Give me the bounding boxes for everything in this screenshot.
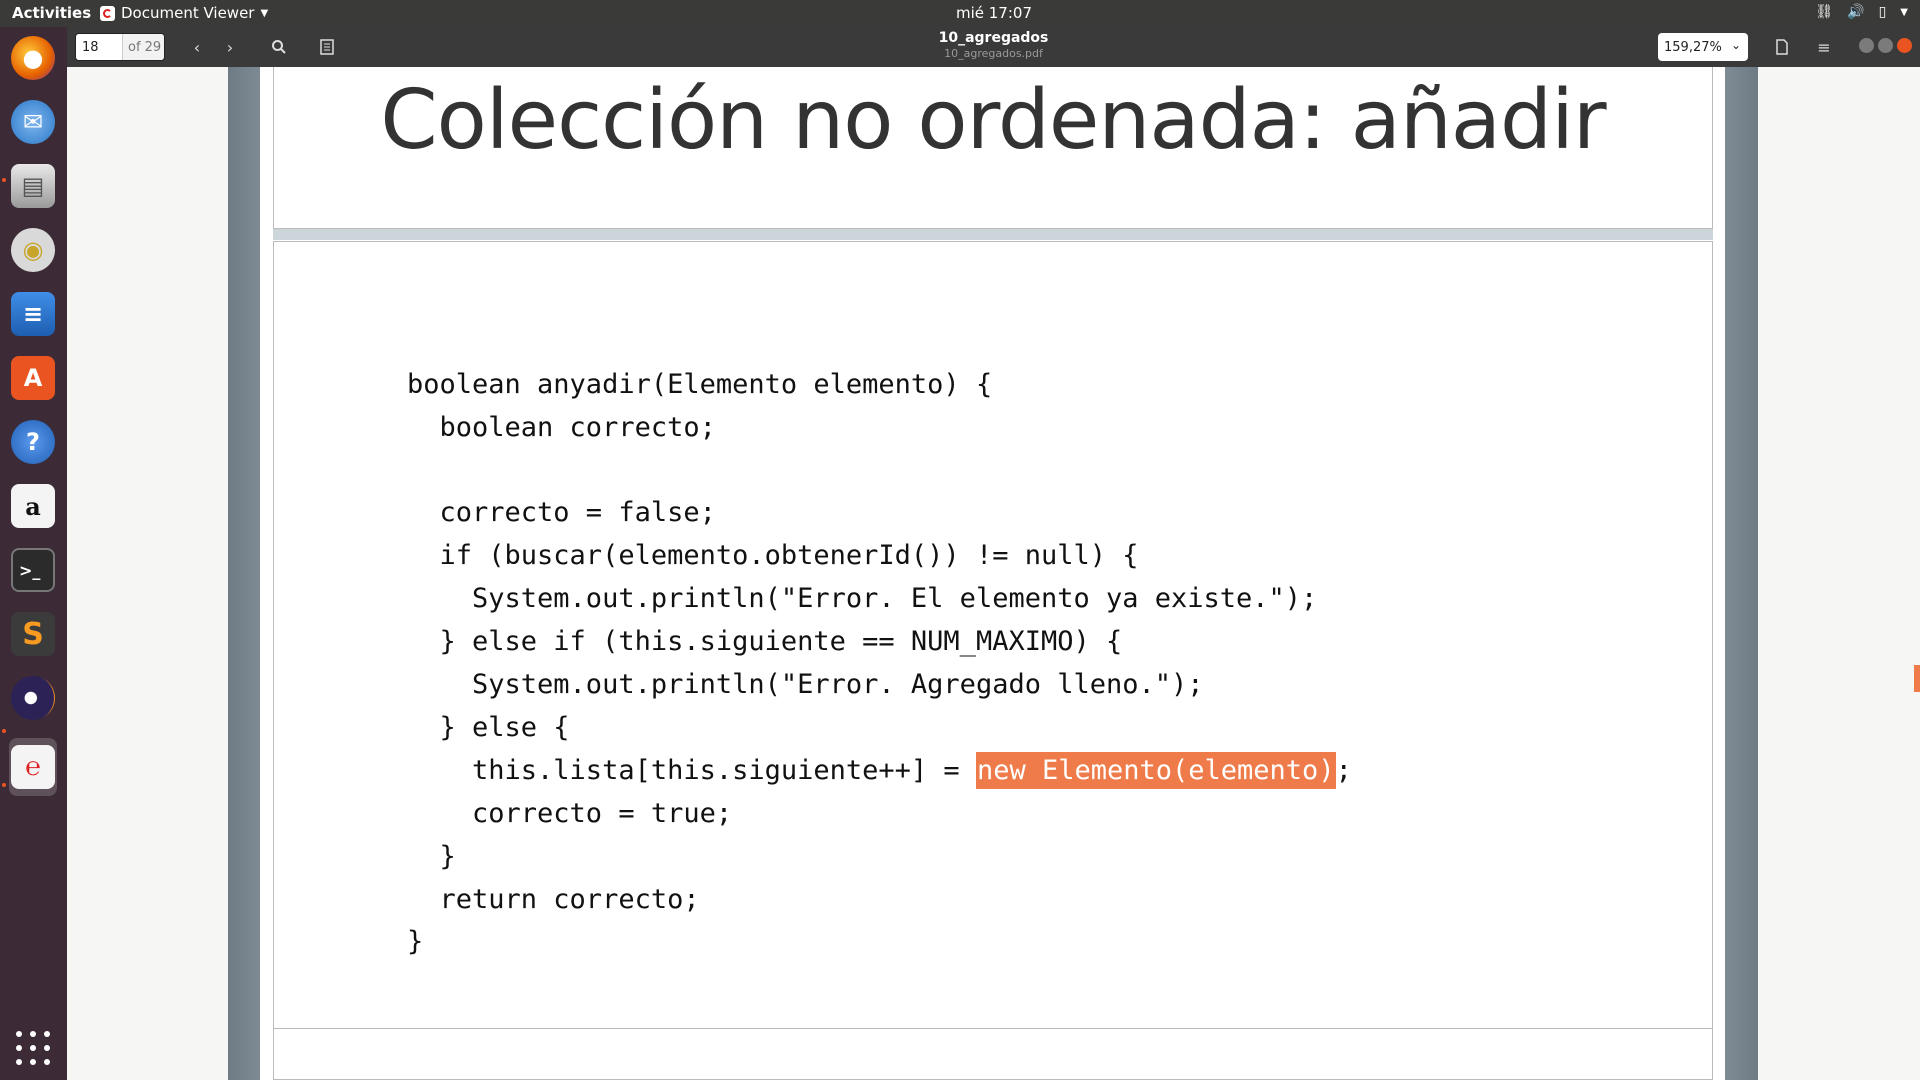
chevron-down-icon: ⌄ [1730, 38, 1741, 52]
code-line: boolean correcto; [407, 412, 716, 443]
clock[interactable]: mié 17:07 [0, 4, 1920, 22]
code-line: } else if (this.siguiente == NUM_MAXIMO)… [407, 626, 1123, 657]
code-line-prefix: this.lista[this.siguiente++] = [407, 755, 976, 786]
code-line: return correcto; [407, 884, 700, 915]
running-indicator [2, 729, 6, 733]
code-line-highlighted: this.lista[this.siguiente++] = new Eleme… [407, 752, 1352, 789]
dock-thunderbird[interactable]: ✉ [9, 98, 57, 146]
firefox-icon: ● [11, 36, 55, 80]
dock-amazon[interactable]: a [9, 482, 57, 530]
running-indicator [2, 178, 6, 182]
dock-rhythmbox[interactable]: ◉ [9, 226, 57, 274]
zoom-selector[interactable]: 159,27% ⌄ [1658, 33, 1748, 61]
search-highlight: new Elemento(elemento) [975, 752, 1336, 789]
annotations-button[interactable] [1767, 33, 1797, 61]
writer-icon: ≡ [11, 292, 55, 336]
files-icon: ▤ [11, 164, 55, 208]
minimize-button[interactable] [1859, 38, 1874, 53]
dock-software[interactable]: A [9, 354, 57, 402]
hamburger-icon: ≡ [1817, 37, 1831, 57]
code-line: } else { [407, 712, 570, 743]
thunderbird-icon: ✉ [11, 100, 55, 144]
slide-title: Colección no ordenada: añadir [380, 73, 1606, 168]
battery-icon[interactable]: ▯ [1879, 4, 1887, 20]
document-title: 10_agregados 10_agregados.pdf [67, 31, 1920, 61]
document-viewer-icon: ℮ [11, 745, 55, 789]
terminal-icon: >_ [11, 548, 55, 592]
document-title-text: 10_agregados [938, 30, 1049, 46]
help-icon: ? [11, 420, 55, 464]
dock-writer[interactable]: ≡ [9, 290, 57, 338]
sublime-icon: S [11, 612, 55, 656]
dock-document-viewer[interactable]: ℮ [9, 738, 57, 796]
zoom-level: 159,27% [1664, 39, 1722, 55]
document-icon [1776, 39, 1788, 55]
document-view[interactable]: Colección no ordenada: añadir boolean an… [67, 67, 1920, 1080]
header-bar: of 29 ‹ › 10_agregados 10_agregados.pdf … [67, 27, 1920, 67]
code-line: boolean anyadir(Elemento elemento) { [407, 369, 993, 400]
network-icon[interactable]: ⛓ [1815, 4, 1833, 20]
software-icon: A [11, 356, 55, 400]
dock-terminal[interactable]: >_ [9, 546, 57, 594]
dock-firefox[interactable]: ● [9, 34, 57, 82]
maximize-button[interactable] [1878, 38, 1893, 53]
dock-files[interactable]: ▤ [9, 162, 57, 210]
window-controls [1859, 38, 1912, 53]
code-block: boolean anyadir(Elemento elemento) { boo… [407, 367, 1352, 957]
code-line: if (buscar(elemento.obtenerId()) != null… [407, 540, 1139, 571]
slide-divider [273, 229, 1713, 240]
chevron-down-icon[interactable]: ▼ [1900, 7, 1908, 18]
volume-icon[interactable]: 🔊 [1847, 4, 1864, 20]
document-filename: 10_agregados.pdf [944, 47, 1043, 60]
pdf-page: Colección no ordenada: añadir boolean an… [260, 67, 1725, 1080]
code-line: System.out.println("Error. El elemento y… [407, 583, 1318, 614]
menu-button[interactable]: ≡ [1809, 33, 1839, 61]
code-line: correcto = false; [407, 497, 716, 528]
code-line: } [407, 926, 424, 957]
code-line: System.out.println("Error. Agregado llen… [407, 669, 1204, 700]
show-applications-button[interactable] [16, 1031, 52, 1067]
close-button[interactable] [1897, 38, 1912, 53]
system-tray[interactable]: ⛓ 🔊 ▯ ▼ [1815, 4, 1908, 20]
dock: ● ✉ ▤ ◉ ≡ A ? a >_ S ℮ [0, 27, 67, 1080]
code-line: } [407, 841, 456, 872]
dock-eclipse[interactable] [9, 674, 57, 722]
code-line: correcto = true; [407, 798, 733, 829]
dock-help[interactable]: ? [9, 418, 57, 466]
running-indicator [2, 783, 6, 787]
top-bar: Activities Document Viewer ▼ mié 17:07 ⛓… [0, 0, 1920, 27]
code-line-suffix: ; [1335, 755, 1352, 786]
scrollbar-indicator[interactable] [1914, 665, 1920, 692]
slide-footer-frame [273, 1029, 1713, 1080]
amazon-icon: a [11, 484, 55, 528]
dock-sublime[interactable]: S [9, 610, 57, 658]
rhythmbox-icon: ◉ [11, 228, 55, 272]
eclipse-icon [11, 676, 55, 720]
